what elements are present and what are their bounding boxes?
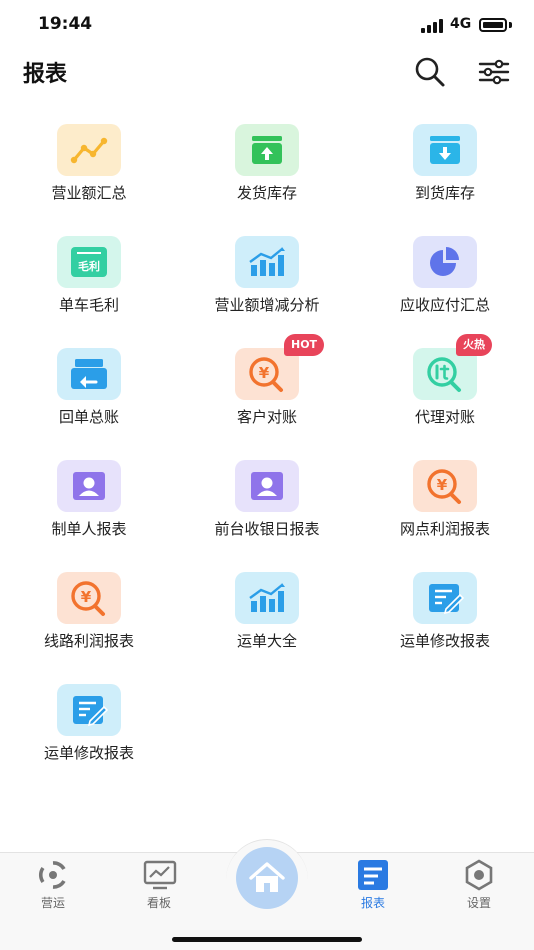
person-card-icon: [57, 460, 121, 512]
yuan-search-icon: ¥: [57, 572, 121, 624]
hot-badge: HOT: [284, 334, 325, 356]
operations-icon: [37, 859, 69, 891]
report-tile[interactable]: 营业额汇总: [0, 110, 178, 222]
report-tile[interactable]: 运单修改报表: [0, 670, 178, 782]
report-tile[interactable]: 发货库存: [178, 110, 356, 222]
report-label: 运单修改报表: [399, 632, 490, 650]
box-download-icon: [413, 124, 477, 176]
report-tile[interactable]: ¥ HOT 客户对账: [178, 334, 356, 446]
hot-badge: 火热: [456, 334, 492, 356]
battery-icon: [479, 18, 507, 32]
report-tile[interactable]: 到货库存: [356, 110, 534, 222]
gross-profit-icon: 毛利: [57, 236, 121, 288]
report-label: 发货库存: [236, 184, 297, 202]
report-icon: [357, 859, 389, 891]
tab-label: 设置: [466, 896, 491, 910]
report-label: 运单大全: [236, 632, 297, 650]
bar-trend-icon: [235, 236, 299, 288]
edit-doc-icon: [57, 684, 121, 736]
tab-settings[interactable]: 设置: [434, 853, 524, 915]
report-label: 单车毛利: [58, 296, 119, 314]
box-upload-icon: [235, 124, 299, 176]
tab-bar: 营运 看板 报表 设置: [0, 839, 534, 950]
report-tile[interactable]: 营业额增减分析: [178, 222, 356, 334]
report-label: 回单总账: [58, 408, 119, 426]
report-tile[interactable]: 应收应付汇总: [356, 222, 534, 334]
home-icon: [249, 862, 285, 892]
report-tile[interactable]: 火热 代理对账: [356, 334, 534, 446]
status-bar: 19:44 4G: [0, 0, 534, 50]
report-tile[interactable]: 制单人报表: [0, 446, 178, 558]
tab-label: 报表: [360, 896, 385, 910]
yuan-search-icon: ¥: [413, 460, 477, 512]
report-label: 代理对账: [414, 408, 475, 426]
dashboard-icon: [143, 859, 177, 891]
report-tile[interactable]: ¥ 线路利润报表: [0, 558, 178, 670]
report-label: 制单人报表: [51, 520, 127, 538]
tab-label: 营运: [40, 896, 65, 910]
network-type: 4G: [450, 16, 472, 32]
svg-text:¥: ¥: [259, 364, 270, 382]
page-title: 报表: [23, 62, 68, 87]
report-tile[interactable]: 回单总账: [0, 334, 178, 446]
report-label: 客户对账: [236, 408, 297, 426]
signal-icon: [421, 19, 447, 33]
tab-dashboard[interactable]: 看板: [114, 853, 204, 915]
report-label: 应收应付汇总: [399, 296, 490, 314]
edit-doc-icon: [413, 572, 477, 624]
svg-text:¥: ¥: [437, 476, 448, 494]
bar-trend-icon: [235, 572, 299, 624]
report-label: 到货库存: [414, 184, 475, 202]
status-time: 19:44: [38, 14, 93, 34]
search-icon[interactable]: [412, 54, 448, 90]
pie-chart-icon: [413, 236, 477, 288]
tab-label: 看板: [146, 896, 171, 910]
report-label: 前台收银日报表: [214, 520, 320, 538]
report-tile[interactable]: 运单修改报表: [356, 558, 534, 670]
report-label: 网点利润报表: [399, 520, 490, 538]
settings-icon: [463, 859, 495, 891]
report-label: 营业额增减分析: [214, 296, 320, 314]
report-tile[interactable]: ¥ 网点利润报表: [356, 446, 534, 558]
home-button[interactable]: [236, 847, 298, 909]
home-indicator: [172, 937, 362, 942]
header: 报表: [0, 50, 534, 96]
report-label: 线路利润报表: [43, 632, 134, 650]
report-tile[interactable]: 毛利 单车毛利: [0, 222, 178, 334]
report-label: 营业额汇总: [51, 184, 127, 202]
gross-profit-icon-text: 毛利: [78, 259, 100, 273]
report-tile[interactable]: 前台收银日报表: [178, 446, 356, 558]
trend-line-icon: [57, 124, 121, 176]
svg-text:¥: ¥: [81, 588, 92, 606]
filter-settings-icon[interactable]: [476, 54, 512, 90]
tab-reports[interactable]: 报表: [328, 853, 418, 915]
person-card-icon: [235, 460, 299, 512]
return-receipt-icon: [57, 348, 121, 400]
report-label: 运单修改报表: [43, 744, 134, 762]
tab-operations[interactable]: 营运: [8, 853, 98, 915]
report-tile[interactable]: 运单大全: [178, 558, 356, 670]
